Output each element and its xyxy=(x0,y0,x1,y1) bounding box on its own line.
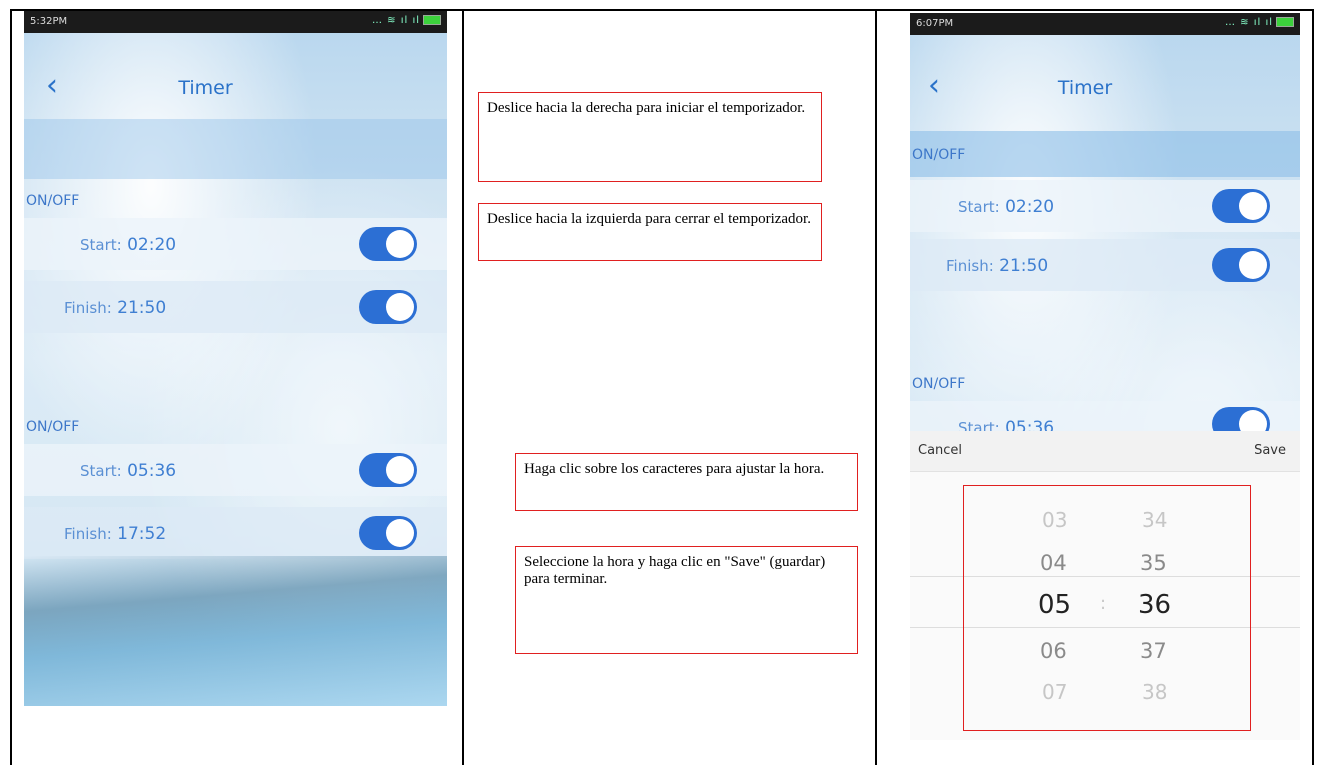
start-key: Start: xyxy=(958,198,1000,216)
nav-bar: ‹ Timer xyxy=(910,61,1300,119)
page-title: Timer xyxy=(178,77,233,99)
picker-highlight-box xyxy=(963,485,1251,731)
timer-row-start[interactable]: Start: 02:20 xyxy=(24,218,447,270)
start-toggle[interactable] xyxy=(1212,189,1270,223)
background-pool-image xyxy=(24,556,447,706)
picker-toolbar: Cancel Save xyxy=(910,431,1300,472)
timer-row-finish[interactable]: Finish: 17:52 xyxy=(24,507,447,559)
annotation-slide-right: Deslice hacia la derecha para iniciar el… xyxy=(478,92,822,182)
battery-icon xyxy=(1276,17,1294,27)
finish-time-value[interactable]: 21:50 xyxy=(999,256,1048,276)
timer-row-finish[interactable]: Finish: 21:50 xyxy=(910,239,1300,291)
start-toggle[interactable] xyxy=(359,453,417,487)
nav-bar: ‹ Timer xyxy=(24,61,447,119)
status-bar: 6:07PM … ≋ ıl ıl xyxy=(910,13,1300,35)
signal-icons: … ≋ ıl ıl xyxy=(372,15,441,26)
section-label-onoff: ON/OFF xyxy=(912,147,966,163)
start-key: Start: xyxy=(958,419,1000,431)
page-title: Timer xyxy=(1057,77,1113,99)
annotation-select-save: Seleccione la hora y haga clic en "Save"… xyxy=(515,546,858,654)
status-time: 5:32PM xyxy=(30,16,68,27)
annotation-click-chars: Haga clic sobre los caracteres para ajus… xyxy=(515,453,858,511)
timer-row-start[interactable]: Start: 05:36 xyxy=(910,401,1300,431)
finish-toggle[interactable] xyxy=(1212,248,1270,282)
timer-row-finish[interactable]: Finish: 21:50 xyxy=(24,281,447,333)
section-label-onoff: ON/OFF xyxy=(912,376,966,392)
save-button[interactable]: Save xyxy=(1254,443,1286,458)
start-toggle[interactable] xyxy=(359,227,417,261)
start-toggle[interactable] xyxy=(1212,407,1270,431)
header-band xyxy=(910,131,1300,177)
header-band xyxy=(24,119,447,179)
start-time-value[interactable]: 02:20 xyxy=(1005,197,1054,217)
column-divider xyxy=(462,9,464,765)
battery-icon xyxy=(423,15,441,25)
start-time-value[interactable]: 02:20 xyxy=(127,235,176,255)
cancel-button[interactable]: Cancel xyxy=(918,443,962,458)
timer-row-start[interactable]: Start: 02:20 xyxy=(910,180,1300,232)
timer-row-start[interactable]: Start: 05:36 xyxy=(24,444,447,496)
finish-time-value[interactable]: 21:50 xyxy=(117,298,166,318)
start-time-value[interactable]: 05:36 xyxy=(1005,418,1054,431)
section-label-onoff: ON/OFF xyxy=(26,419,80,435)
finish-toggle[interactable] xyxy=(359,516,417,550)
start-key: Start: xyxy=(80,462,122,480)
finish-time-value[interactable]: 17:52 xyxy=(117,524,166,544)
annotation-slide-left: Deslice hacia la izquierda para cerrar e… xyxy=(478,203,822,261)
column-divider xyxy=(875,9,877,765)
finish-key: Finish: xyxy=(64,299,112,317)
status-bar: 5:32PM … ≋ ıl ıl xyxy=(24,11,447,33)
start-key: Start: xyxy=(80,236,122,254)
left-phone-screen: 5:32PM … ≋ ıl ıl ‹ Timer ON/OFF Start: 0… xyxy=(24,11,447,706)
signal-icons: … ≋ ıl ıl xyxy=(1225,17,1294,28)
start-time-value[interactable]: 05:36 xyxy=(127,461,176,481)
finish-toggle[interactable] xyxy=(359,290,417,324)
finish-key: Finish: xyxy=(64,525,112,543)
status-time: 6:07PM xyxy=(916,18,954,29)
finish-key: Finish: xyxy=(946,257,994,275)
section-label-onoff: ON/OFF xyxy=(26,193,80,209)
